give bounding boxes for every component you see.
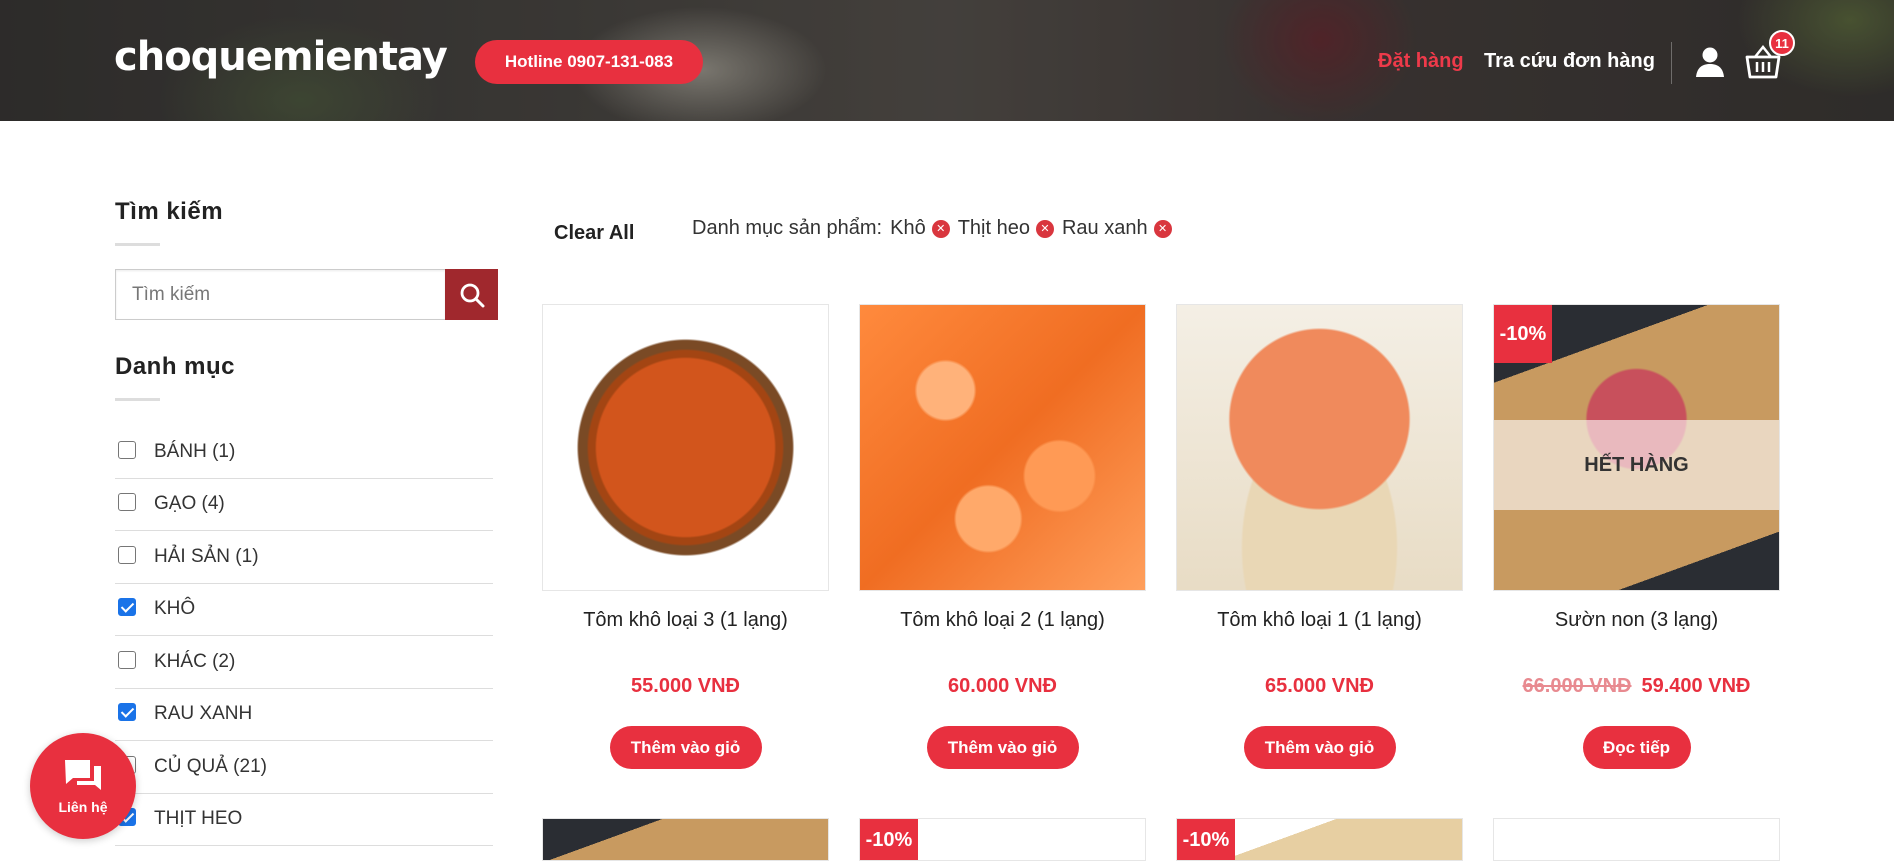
sale-badge: -10% bbox=[1177, 819, 1235, 860]
remove-filter-icon[interactable]: ✕ bbox=[1153, 219, 1172, 238]
product-card bbox=[1493, 818, 1780, 861]
category-checkbox[interactable] bbox=[118, 598, 136, 617]
product-card: Tôm khô loại 3 (1 lạng) 55.000 VNĐ Thêm … bbox=[542, 304, 829, 769]
filter-chip-label: Rau xanh bbox=[1061, 217, 1148, 239]
clear-all-button[interactable]: Clear All bbox=[554, 222, 634, 245]
product-image[interactable]: -10% bbox=[859, 818, 1146, 861]
filter-chip[interactable]: Khô ✕ bbox=[890, 217, 950, 240]
category-label: BÁNH (1) bbox=[154, 440, 236, 462]
product-card: -10% bbox=[859, 818, 1146, 861]
search-section-title: Tìm kiếm bbox=[115, 198, 224, 225]
product-image[interactable] bbox=[542, 818, 829, 861]
product-card: -10% HẾT HÀNG Sườn non (3 lạng) 66.000 V… bbox=[1493, 304, 1780, 769]
category-item[interactable]: CỦ QUẢ (21) bbox=[115, 741, 493, 794]
add-to-cart-button[interactable]: Thêm vào giỏ bbox=[1243, 726, 1396, 769]
product-image[interactable]: -10% HẾT HÀNG bbox=[1493, 304, 1780, 591]
category-checkbox[interactable] bbox=[118, 650, 136, 669]
soldout-overlay: HẾT HÀNG bbox=[1494, 420, 1779, 510]
site-logo[interactable]: choquemientay bbox=[114, 34, 448, 80]
search-button[interactable] bbox=[445, 269, 498, 320]
category-item[interactable]: GẠO (4) bbox=[115, 479, 493, 531]
category-label: KHÁC (2) bbox=[154, 650, 236, 672]
product-price: 60.000 VNĐ bbox=[859, 675, 1146, 698]
category-checkbox[interactable] bbox=[118, 440, 136, 459]
product-price: 66.000 VNĐ 59.400 VNĐ bbox=[1493, 675, 1780, 698]
product-image[interactable] bbox=[1493, 818, 1780, 861]
product-price: 65.000 VNĐ bbox=[1176, 675, 1463, 698]
search-placeholder: Tìm kiếm bbox=[132, 283, 211, 305]
product-image[interactable] bbox=[542, 304, 829, 591]
sale-badge: -10% bbox=[860, 819, 918, 860]
nav-divider bbox=[1671, 42, 1672, 84]
category-section-title: Danh mục bbox=[115, 353, 236, 380]
category-item[interactable]: BÁNH (1) bbox=[115, 426, 493, 479]
category-checkbox[interactable] bbox=[118, 493, 136, 512]
category-label: CỦ QUẢ (21) bbox=[154, 755, 267, 777]
filter-chip[interactable]: Thịt heo ✕ bbox=[958, 217, 1054, 240]
category-item[interactable]: KHÁC (2) bbox=[115, 636, 493, 689]
category-label: HẢI SẢN (1) bbox=[154, 545, 259, 567]
filter-chip-label: Khô bbox=[890, 217, 926, 239]
add-to-cart-button[interactable]: Thêm vào giỏ bbox=[609, 726, 762, 769]
category-title-underline bbox=[115, 398, 160, 401]
search-icon bbox=[460, 283, 484, 307]
price-current: 59.400 VNĐ bbox=[1641, 675, 1751, 697]
category-item[interactable]: KHÔ bbox=[115, 584, 493, 636]
category-checkbox[interactable] bbox=[118, 703, 136, 722]
read-more-button[interactable]: Đọc tiếp bbox=[1582, 726, 1691, 769]
hotline-button[interactable]: Hotline 0907-131-083 bbox=[475, 40, 703, 84]
product-name[interactable]: Tôm khô loại 2 (1 lạng) bbox=[859, 609, 1146, 639]
price-old: 66.000 VNĐ bbox=[1522, 675, 1632, 697]
contact-chat-button[interactable]: Liên hệ bbox=[30, 733, 136, 839]
search-input[interactable]: Tìm kiếm bbox=[115, 269, 445, 320]
product-image[interactable] bbox=[859, 304, 1146, 591]
product-name[interactable]: Tôm khô loại 3 (1 lạng) bbox=[542, 609, 829, 639]
price-current: 60.000 VNĐ bbox=[948, 675, 1057, 697]
product-card bbox=[542, 818, 829, 861]
product-name[interactable]: Sườn non (3 lạng) bbox=[1493, 609, 1780, 639]
category-item[interactable]: HẢI SẢN (1) bbox=[115, 531, 493, 584]
filter-chip-label: Thịt heo bbox=[957, 217, 1030, 239]
add-to-cart-button[interactable]: Thêm vào giỏ bbox=[926, 726, 1079, 769]
chat-icon bbox=[65, 760, 101, 790]
product-image[interactable]: -10% bbox=[1176, 818, 1463, 861]
remove-filter-icon[interactable]: ✕ bbox=[1035, 219, 1054, 238]
search-title-underline bbox=[115, 243, 160, 246]
cart-count-badge: 11 bbox=[1769, 30, 1795, 56]
product-card: -10% bbox=[1176, 818, 1463, 861]
active-filters: Danh mục sản phẩm: Khô ✕ Thịt heo ✕ Rau … bbox=[692, 217, 1172, 240]
sale-badge: -10% bbox=[1494, 305, 1552, 363]
nav-lookup-link[interactable]: Tra cứu đơn hàng bbox=[1484, 50, 1655, 73]
product-price: 55.000 VNĐ bbox=[542, 675, 829, 698]
category-item[interactable]: RAU XANH bbox=[115, 689, 493, 741]
category-label: KHÔ bbox=[154, 598, 196, 620]
product-card: Tôm khô loại 1 (1 lạng) 65.000 VNĐ Thêm … bbox=[1176, 304, 1463, 769]
filter-label: Danh mục sản phẩm: bbox=[692, 217, 883, 239]
product-name[interactable]: Tôm khô loại 1 (1 lạng) bbox=[1176, 609, 1463, 639]
category-list: BÁNH (1) GẠO (4) HẢI SẢN (1) KHÔ KHÁC (2… bbox=[115, 426, 493, 846]
user-icon[interactable] bbox=[1695, 46, 1725, 78]
category-item[interactable]: THỊT HEO bbox=[115, 794, 493, 846]
product-card: Tôm khô loại 2 (1 lạng) 60.000 VNĐ Thêm … bbox=[859, 304, 1146, 769]
remove-filter-icon[interactable]: ✕ bbox=[931, 219, 950, 238]
filter-chip[interactable]: Rau xanh ✕ bbox=[1062, 217, 1172, 240]
category-checkbox[interactable] bbox=[118, 545, 136, 564]
category-label: GẠO (4) bbox=[154, 493, 225, 515]
price-current: 55.000 VNĐ bbox=[631, 675, 740, 697]
chat-label: Liên hệ bbox=[58, 799, 108, 815]
category-label: THỊT HEO bbox=[154, 808, 243, 830]
product-image[interactable] bbox=[1176, 304, 1463, 591]
category-label: RAU XANH bbox=[154, 703, 253, 725]
nav-order-link[interactable]: Đặt hàng bbox=[1378, 50, 1464, 73]
price-current: 65.000 VNĐ bbox=[1265, 675, 1374, 697]
